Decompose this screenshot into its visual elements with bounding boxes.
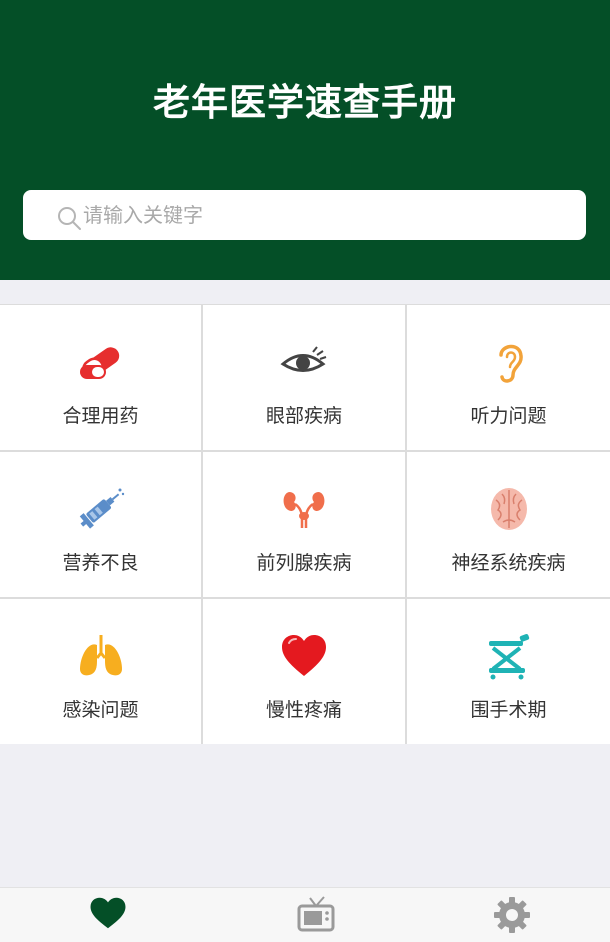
- app-header: 老年医学速查手册: [0, 0, 610, 280]
- category-neurology[interactable]: 神经系统疾病: [407, 452, 610, 597]
- ear-icon: [498, 344, 523, 383]
- search-input[interactable]: [83, 190, 573, 240]
- tab-home[interactable]: [6, 888, 209, 942]
- gear-icon: [493, 897, 530, 933]
- pill-capsule-icon: [79, 347, 119, 379]
- category-label: 感染问题: [62, 699, 139, 721]
- category-infection[interactable]: 感染问题: [0, 599, 201, 744]
- category-hearing[interactable]: 听力问题: [407, 305, 610, 450]
- tab-video[interactable]: [214, 888, 417, 942]
- category-grid: 合理用药 眼部疾病 听力问题 营养不良 前列腺疾病 神经系统疾病 感染问题 慢性…: [0, 304, 610, 744]
- tv-icon: [297, 896, 334, 932]
- category-malnutrition[interactable]: 营养不良: [0, 452, 201, 597]
- category-label: 眼部疾病: [265, 405, 342, 427]
- category-perioperative[interactable]: 围手术期: [407, 599, 610, 744]
- search-icon: [58, 207, 81, 230]
- lungs-icon: [79, 635, 122, 676]
- syringe-icon: [79, 488, 124, 529]
- category-label: 听力问题: [470, 405, 547, 427]
- eye-icon: [280, 346, 327, 372]
- category-label: 合理用药: [62, 405, 139, 427]
- heart-icon: [90, 897, 125, 929]
- search-bar[interactable]: [23, 190, 586, 240]
- stretcher-icon: [488, 634, 529, 680]
- category-label: 神经系统疾病: [451, 552, 566, 574]
- bottom-tab-bar: [0, 887, 610, 942]
- brain-icon: [490, 488, 527, 530]
- kidney-icon: [283, 492, 325, 528]
- category-label: 前列腺疾病: [256, 552, 352, 574]
- category-label: 慢性疼痛: [265, 699, 342, 721]
- category-label: 围手术期: [470, 699, 547, 721]
- page-title: 老年医学速查手册: [153, 81, 457, 124]
- category-chronic-pain[interactable]: 慢性疼痛: [203, 599, 405, 744]
- heart-icon: [282, 635, 326, 676]
- category-medication[interactable]: 合理用药: [0, 305, 201, 450]
- tab-settings[interactable]: [410, 888, 610, 942]
- category-eye-disease[interactable]: 眼部疾病: [203, 305, 405, 450]
- category-label: 营养不良: [62, 552, 139, 574]
- category-prostate[interactable]: 前列腺疾病: [203, 452, 405, 597]
